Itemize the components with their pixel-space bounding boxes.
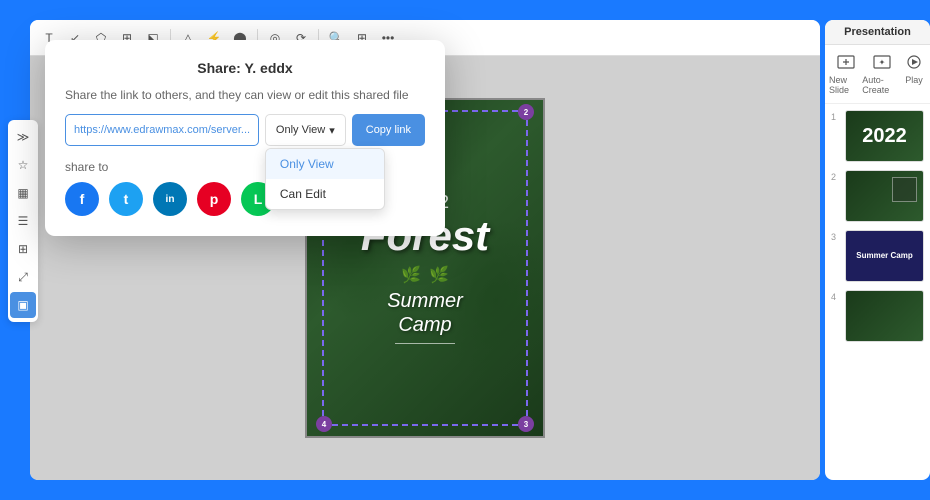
auto-create-label: Auto-Create [862, 75, 902, 95]
subtitle-line2: Camp [398, 314, 451, 336]
view-mode-select: Only View ▾ Only View Can Edit [265, 114, 346, 146]
leaf-right-icon: 🌿 [429, 265, 449, 285]
view-dropdown: Only View Can Edit [265, 148, 385, 210]
dropdown-only-view[interactable]: Only View [266, 149, 384, 179]
slide-thumbnail-3[interactable]: Summer Camp [845, 230, 924, 282]
new-slide-tool[interactable]: New Slide [829, 53, 862, 95]
chevron-down-icon: ▾ [329, 124, 335, 137]
slides-list: 1 2022 2 3 Summer Camp [825, 104, 930, 480]
slide-thumbnail-2[interactable] [845, 170, 924, 222]
new-slide-label: New Slide [829, 75, 862, 95]
auto-create-tool[interactable]: ✦ Auto-Create [862, 53, 902, 95]
mini-tool-list[interactable]: ☰ [10, 208, 36, 234]
share-description: Share the link to others, and they can v… [65, 88, 425, 102]
thumb-bg-1: 2022 [846, 111, 923, 161]
play-icon [902, 53, 926, 73]
mini-tool-presentation[interactable]: ▣ [10, 292, 36, 318]
slide-thumbnail-4[interactable] [845, 290, 924, 342]
mini-tool-star[interactable]: ☆ [10, 152, 36, 178]
leaf-decoration: 🌿 🌿 [401, 265, 449, 285]
dropdown-can-edit[interactable]: Can Edit [266, 179, 384, 209]
linkedin-icon[interactable]: in [153, 182, 187, 216]
slide-thumb-3[interactable]: 3 Summer Camp [831, 230, 924, 282]
mini-tool-table2[interactable]: ⊞ [10, 236, 36, 262]
thumb-camp-text: Summer Camp [854, 250, 914, 263]
share-dialog-title: Share: Y. eddx [65, 60, 425, 76]
right-panel: Presentation New Slide ✦ Auto-Create [825, 20, 930, 480]
auto-create-icon: ✦ [870, 53, 894, 73]
slide-num-3: 3 [831, 230, 841, 242]
view-mode-button[interactable]: Only View ▾ [265, 114, 346, 146]
pinterest-icon[interactable]: p [197, 182, 231, 216]
new-slide-icon [834, 53, 858, 73]
slide-thumbnail-1[interactable]: 2022 [845, 110, 924, 162]
thumb-year-big: 2022 [862, 126, 907, 146]
slide-thumb-1[interactable]: 1 2022 [831, 110, 924, 162]
slide-num-2: 2 [831, 170, 841, 182]
share-link-input[interactable] [65, 114, 259, 146]
facebook-icon[interactable]: f [65, 182, 99, 216]
mini-tool-resize[interactable]: ⤢ [10, 264, 36, 290]
thumb-bg-4 [846, 291, 923, 341]
thumb-bg-2 [846, 171, 923, 221]
play-tool[interactable]: Play [902, 53, 926, 95]
slide-thumb-4[interactable]: 4 [831, 290, 924, 342]
mini-tool-grid[interactable]: ▦ [10, 180, 36, 206]
slide-num-4: 4 [831, 290, 841, 302]
share-dialog: Share: Y. eddx Share the link to others,… [45, 40, 445, 236]
leaf-left-icon: 🌿 [401, 265, 421, 285]
slide-thumb-2[interactable]: 2 [831, 170, 924, 222]
left-mini-toolbar: ≫ ☆ ▦ ☰ ⊞ ⤢ ▣ [8, 120, 38, 322]
copy-link-button[interactable]: Copy link [352, 114, 425, 146]
svg-text:✦: ✦ [879, 58, 886, 67]
panel-title: Presentation [825, 20, 930, 45]
slide-num-1: 1 [831, 110, 841, 122]
panel-toolbar: New Slide ✦ Auto-Create Play [825, 45, 930, 104]
thumb-bg-3: Summer Camp [846, 231, 923, 281]
slide-underline [395, 343, 455, 344]
mini-tool-collapse[interactable]: ≫ [10, 124, 36, 150]
twitter-icon[interactable]: t [109, 182, 143, 216]
slide-subtitle: Summer Camp [387, 289, 463, 337]
play-label: Play [905, 75, 923, 85]
subtitle-line1: Summer [387, 290, 463, 312]
view-mode-label: Only View [276, 124, 325, 136]
share-link-row: Only View ▾ Only View Can Edit Copy link [65, 114, 425, 146]
